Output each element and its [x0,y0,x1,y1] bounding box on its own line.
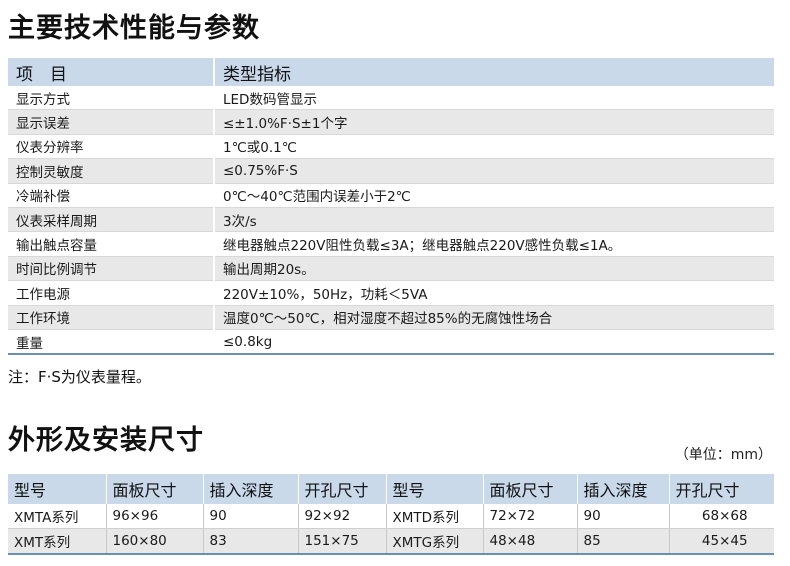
dims-cell: XMTD系列 [386,504,484,529]
dims-header-depth: 插入深度 [203,474,299,504]
dims-cell: 45×45 [669,528,774,555]
table-row: 输出触点容量 继电器触点220V阻性负载≤3A；继电器触点220V感性负载≤1A。 [8,231,774,257]
spec-note: 注：F·S为仪表量程。 [8,368,151,386]
spec-header-value: 类型指标 [214,58,774,86]
dims-cell: 96×96 [106,504,204,529]
dims-cell: XMTG系列 [386,528,484,555]
section-title-dimensions: 外形及安装尺寸 [8,425,204,456]
dims-cell: 68×68 [669,504,774,529]
dims-cell: 90 [577,504,670,529]
dims-header-cutout: 开孔尺寸 [669,474,774,504]
spec-value: 0℃～40℃范围内误差小于2℃ [214,183,774,208]
spec-item: 冷端补偿 [8,183,215,208]
spec-value: 输出周期20s。 [214,256,774,282]
spec-item: 工作环境 [8,305,215,330]
table-row: 重量 ≤0.8kg [8,329,774,356]
table-row: 工作电源 220V±10%，50Hz，功耗＜5VA [8,280,774,306]
spec-value: 1℃或0.1℃ [214,134,774,160]
table-row: 工作环境 温度0℃～50℃，相对湿度不超过85%的无腐蚀性场合 [8,305,774,330]
dims-cell: 72×72 [483,504,578,529]
spec-value: LED数码管显示 [214,86,774,111]
dimensions-table-header: 型号 面板尺寸 插入深度 开孔尺寸 型号 面板尺寸 插入深度 开孔尺寸 [8,474,774,504]
spec-value: ≤0.8kg [214,329,774,356]
table-row: 时间比例调节 输出周期20s。 [8,256,774,282]
dims-header-panel: 面板尺寸 [106,474,204,504]
spec-item: 工作电源 [8,280,215,306]
table-row: 控制灵敏度 ≤0.75%F·S [8,158,774,184]
spec-item: 重量 [8,329,215,356]
spec-item: 显示方式 [8,86,215,111]
spec-value: 220V±10%，50Hz，功耗＜5VA [214,280,774,306]
dims-header-depth: 插入深度 [577,474,670,504]
table-row: 仪表分辨率 1℃或0.1℃ [8,134,774,160]
table-row: 显示方式 LED数码管显示 [8,86,774,111]
dims-cell: XMT系列 [8,528,107,555]
dims-cell: 90 [203,504,299,529]
spec-item: 时间比例调节 [8,256,215,282]
spec-item: 输出触点容量 [8,231,215,257]
spec-item: 控制灵敏度 [8,158,215,184]
dimensions-table: 型号 面板尺寸 插入深度 开孔尺寸 型号 面板尺寸 插入深度 开孔尺寸 XMTA… [8,474,774,555]
spec-header-item: 项 目 [8,58,215,86]
section-title-specs: 主要技术性能与参数 [8,13,260,44]
spec-value: ≤±1.0%F·S±1个字 [214,109,774,135]
table-row: XMT系列 160×80 83 151×75 XMTG系列 48×48 85 4… [8,528,774,555]
dims-header-cutout: 开孔尺寸 [298,474,387,504]
table-row: 仪表采样周期 3次/s [8,207,774,233]
table-row: 冷端补偿 0℃～40℃范围内误差小于2℃ [8,183,774,208]
dims-cell: 48×48 [483,528,578,555]
spec-value: 3次/s [214,207,774,233]
spec-item: 显示误差 [8,109,215,135]
dims-cell: XMTA系列 [8,504,107,529]
dims-cell: 92×92 [298,504,387,529]
dims-header-model: 型号 [386,474,484,504]
dims-cell: 85 [577,528,670,555]
spec-table: 项 目 类型指标 显示方式 LED数码管显示 显示误差 ≤±1.0%F·S±1个字 … [8,58,774,356]
unit-label: （单位：mm） [674,447,772,463]
spec-value: 继电器触点220V阻性负载≤3A；继电器触点220V感性负载≤1A。 [214,231,774,257]
spec-value: ≤0.75%F·S [214,158,774,184]
spec-item: 仪表采样周期 [8,207,215,233]
dims-cell: 151×75 [298,528,387,555]
spec-value: 温度0℃～50℃，相对湿度不超过85%的无腐蚀性场合 [214,305,774,330]
spec-item: 仪表分辨率 [8,134,215,160]
spec-table-header: 项 目 类型指标 [8,58,774,86]
dims-cell: 83 [203,528,299,555]
table-row: 显示误差 ≤±1.0%F·S±1个字 [8,109,774,135]
dims-cell: 160×80 [106,528,204,555]
table-row: XMTA系列 96×96 90 92×92 XMTD系列 72×72 90 68… [8,504,774,529]
dims-header-panel: 面板尺寸 [483,474,578,504]
dims-header-model: 型号 [8,474,107,504]
